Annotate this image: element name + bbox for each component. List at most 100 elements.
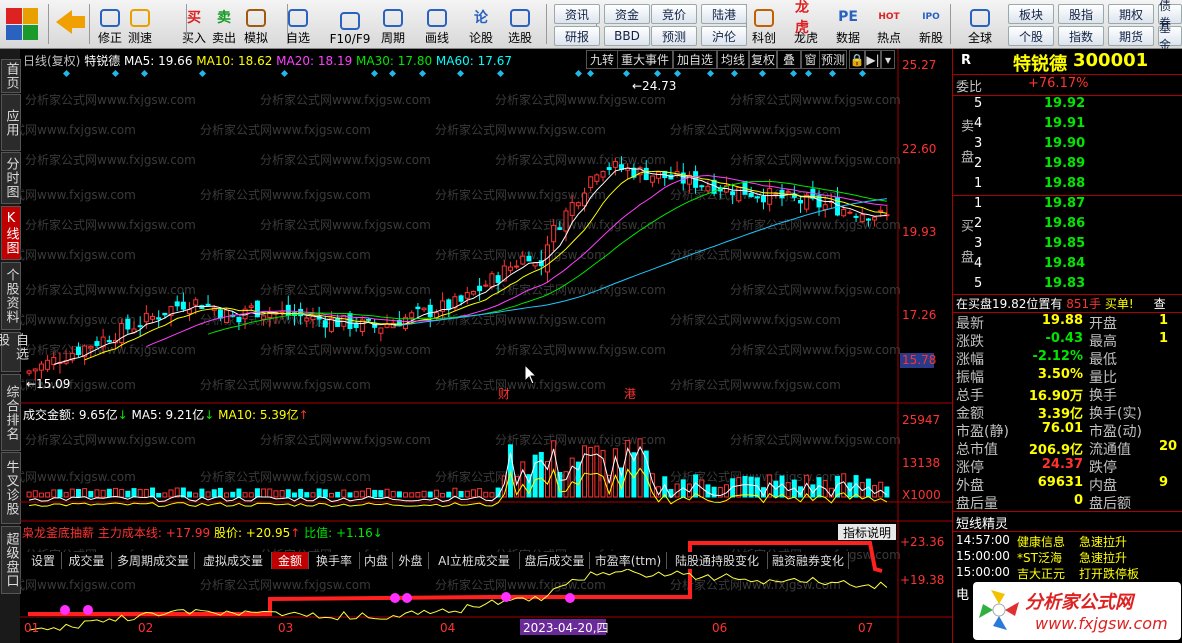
toolbar-link-14[interactable]: 期货 — [1108, 26, 1154, 46]
stat-value: 20 — [1159, 439, 1178, 454]
back-arrow-icon[interactable] — [56, 10, 72, 34]
toolbar-link-0[interactable]: 资讯 — [554, 4, 600, 24]
toolbar-chart-button[interactable]: 科创 — [749, 2, 779, 46]
news-title[interactable]: 短线精灵 — [956, 513, 1008, 532]
event-marker-icon[interactable] — [198, 69, 207, 78]
left-tab-6[interactable]: 综合排名 — [1, 374, 21, 451]
toolbar-link-5[interactable]: BBD — [604, 26, 650, 46]
ask-row[interactable]: 2 19.89 — [954, 155, 1182, 175]
toolbar-period-button[interactable]: 周期 — [376, 2, 410, 46]
toolbar-link-6[interactable]: 预测 — [651, 26, 697, 46]
indicator-tab[interactable]: 融资融券变化 — [768, 552, 849, 569]
event-marker-icon[interactable] — [456, 69, 465, 78]
toolbar-ipo-button[interactable]: IPO 新股 — [916, 2, 946, 46]
event-marker-icon[interactable] — [758, 69, 767, 78]
toolbar-link-2[interactable]: 竞价 — [651, 4, 697, 24]
indicator-tab[interactable]: 盘后成交量 — [520, 552, 590, 569]
indicator-tab[interactable]: 成交量 — [62, 552, 112, 569]
toolbar-clock-button[interactable]: 测速 — [124, 2, 156, 46]
indicator-tab[interactable]: 外盘 — [393, 552, 429, 569]
indicator-tab[interactable]: 陆股通持股变化 — [667, 552, 768, 569]
indicator-tab[interactable]: AI立桩成交量 — [429, 552, 520, 569]
left-tab-0[interactable]: 首页 — [1, 59, 21, 93]
left-tab-8[interactable]: 超级盘口 — [1, 526, 21, 594]
event-marker-icon[interactable] — [828, 69, 837, 78]
candle-body — [94, 341, 100, 346]
toolbar-dragon-button[interactable]: 龙虎 龙虎 — [789, 0, 823, 46]
toolbar-pe-button[interactable]: PE 数据 — [831, 2, 865, 46]
toolbar-fire-button[interactable]: HOT 热点 — [873, 2, 905, 46]
toolbar-link-1[interactable]: 资金 — [604, 4, 650, 24]
left-tab-5[interactable]: 自选股 — [0, 332, 28, 372]
toolbar-link-12[interactable]: 个股 — [1008, 26, 1054, 46]
left-tab-2[interactable]: 分时图 — [1, 152, 21, 204]
toolbar-link-10[interactable]: 期权 — [1108, 4, 1154, 24]
bid-row[interactable]: 3 19.85 — [954, 235, 1182, 255]
toolbar-link-3[interactable]: 陆港 — [701, 4, 747, 24]
toolbar-link-4[interactable]: 研报 — [554, 26, 600, 46]
left-tab-1[interactable]: 应用 — [1, 94, 21, 151]
ask-row[interactable]: 5 19.92 — [954, 95, 1182, 115]
toolbar-link-7[interactable]: 沪伦 — [701, 26, 747, 46]
event-marker-icon[interactable] — [280, 69, 289, 78]
event-marker-icon[interactable] — [574, 69, 583, 78]
event-marker-icon[interactable] — [140, 69, 149, 78]
event-marker-icon[interactable] — [653, 69, 662, 78]
news-row[interactable]: 14:57:00 健康信息 急速拉升 — [953, 533, 1182, 549]
app-logo-icon[interactable] — [6, 8, 38, 40]
indicator-tab[interactable]: 设置 — [25, 552, 62, 569]
volume-bar — [112, 487, 118, 498]
event-marker-icon[interactable] — [622, 69, 631, 78]
toolbar-globe-button[interactable]: 全球 — [965, 2, 995, 46]
toolbar-f10-button[interactable]: F10/F9 — [330, 2, 370, 46]
event-marker-icon[interactable] — [418, 69, 427, 78]
event-marker-icon[interactable] — [111, 69, 120, 78]
event-marker-icon[interactable] — [370, 69, 379, 78]
event-marker-icon[interactable] — [673, 69, 682, 78]
bid-row[interactable]: 1 19.87 — [954, 195, 1182, 215]
news-row[interactable]: 15:00:00 *ST泛海 急速拉升 — [953, 549, 1182, 565]
indicator-tab[interactable]: 市盈率(ttm) — [590, 552, 667, 569]
event-marker-icon[interactable] — [586, 69, 595, 78]
indicator-tab[interactable]: 多周期成交量 — [112, 552, 195, 569]
hk-connect-marker[interactable]: 港 — [624, 387, 636, 401]
bid-row[interactable]: 2 19.86 — [954, 215, 1182, 235]
event-marker-icon[interactable] — [62, 69, 71, 78]
news-row[interactable]: 15:00:00 吉大正元 打开跌停板 — [953, 565, 1182, 581]
indicator-tab[interactable]: 虚拟成交量 — [195, 552, 272, 569]
toolbar-buy-button[interactable]: 买买入 — [180, 2, 208, 46]
bid-row[interactable]: 4 19.84 — [954, 255, 1182, 275]
event-marker-icon[interactable] — [789, 69, 798, 78]
left-tab-4[interactable]: 个股资料 — [1, 262, 21, 330]
ask-row[interactable]: 1 19.88 — [954, 175, 1182, 195]
event-marker-icon[interactable] — [706, 69, 715, 78]
toolbar-up-down-button[interactable]: 修正 — [95, 2, 125, 46]
finance-marker[interactable]: 财 — [498, 387, 510, 401]
kline-chart-area[interactable]: 日线(复权) 特锐德 MA5: 19.66 MA10: 18.62 MA20: … — [20, 49, 952, 643]
toolbar-forum-button[interactable]: 论论股 — [465, 2, 497, 46]
event-marker-icon[interactable] — [858, 69, 867, 78]
indicator-tab[interactable]: 金额 — [272, 552, 309, 569]
toolbar-link-8[interactable]: 板块 — [1008, 4, 1054, 24]
left-tab-7[interactable]: 牛叉诊股 — [1, 452, 21, 524]
event-marker-icon[interactable] — [496, 69, 505, 78]
toolbar-hammer-button[interactable]: 模拟 — [241, 2, 271, 46]
indicator-tab[interactable]: 内盘 — [360, 552, 393, 569]
toolbar-pencil-button[interactable]: 画线 — [420, 2, 454, 46]
event-marker-icon[interactable] — [388, 69, 397, 78]
bid-row[interactable]: 5 19.83 — [954, 275, 1182, 295]
big-order-notice[interactable]: 在买盘19.82位置有 851手 买单! 查 — [956, 295, 1166, 312]
ask-row[interactable]: 3 19.90 — [954, 135, 1182, 155]
toolbar-link-9[interactable]: 股指 — [1058, 4, 1104, 24]
left-tab-3[interactable]: K线图 — [1, 206, 21, 260]
event-marker-icon[interactable] — [804, 69, 813, 78]
ask-row[interactable]: 4 19.91 — [954, 115, 1182, 135]
event-marker-icon[interactable] — [730, 69, 739, 78]
indicator-help-button[interactable]: 指标说明 — [838, 524, 896, 540]
toolbar-link-15[interactable]: 基金 — [1158, 21, 1182, 52]
toolbar-sell-button[interactable]: 卖卖出 — [210, 2, 238, 46]
indicator-tab[interactable]: 换手率 — [309, 552, 360, 569]
indicator-name[interactable]: 枭龙釜底抽薪 — [22, 526, 94, 540]
toolbar-link-13[interactable]: 指数 — [1058, 26, 1104, 46]
toolbar-select-button[interactable]: 选股 — [503, 2, 537, 46]
